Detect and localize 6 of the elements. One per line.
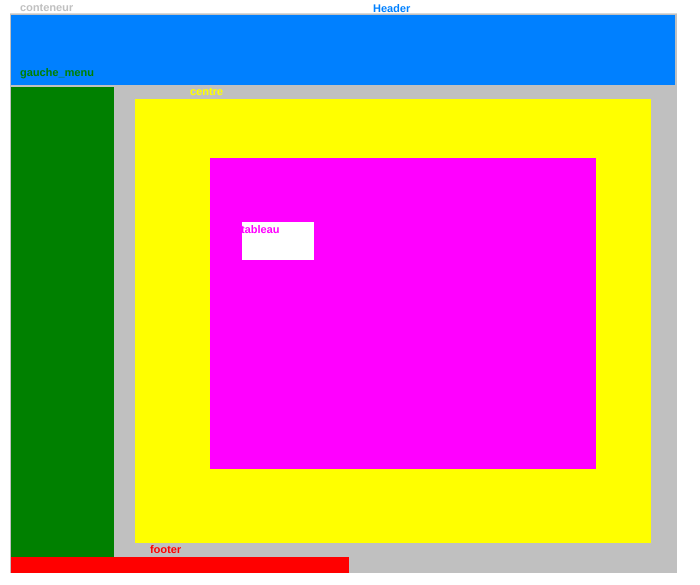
region-label: conteneur [20, 2, 74, 14]
region-label: centre [190, 86, 224, 98]
region-label: tableau [241, 223, 281, 236]
region-label: footer [150, 544, 182, 556]
region-label: Header [373, 3, 410, 15]
region-label: gauche_menu [20, 67, 94, 79]
